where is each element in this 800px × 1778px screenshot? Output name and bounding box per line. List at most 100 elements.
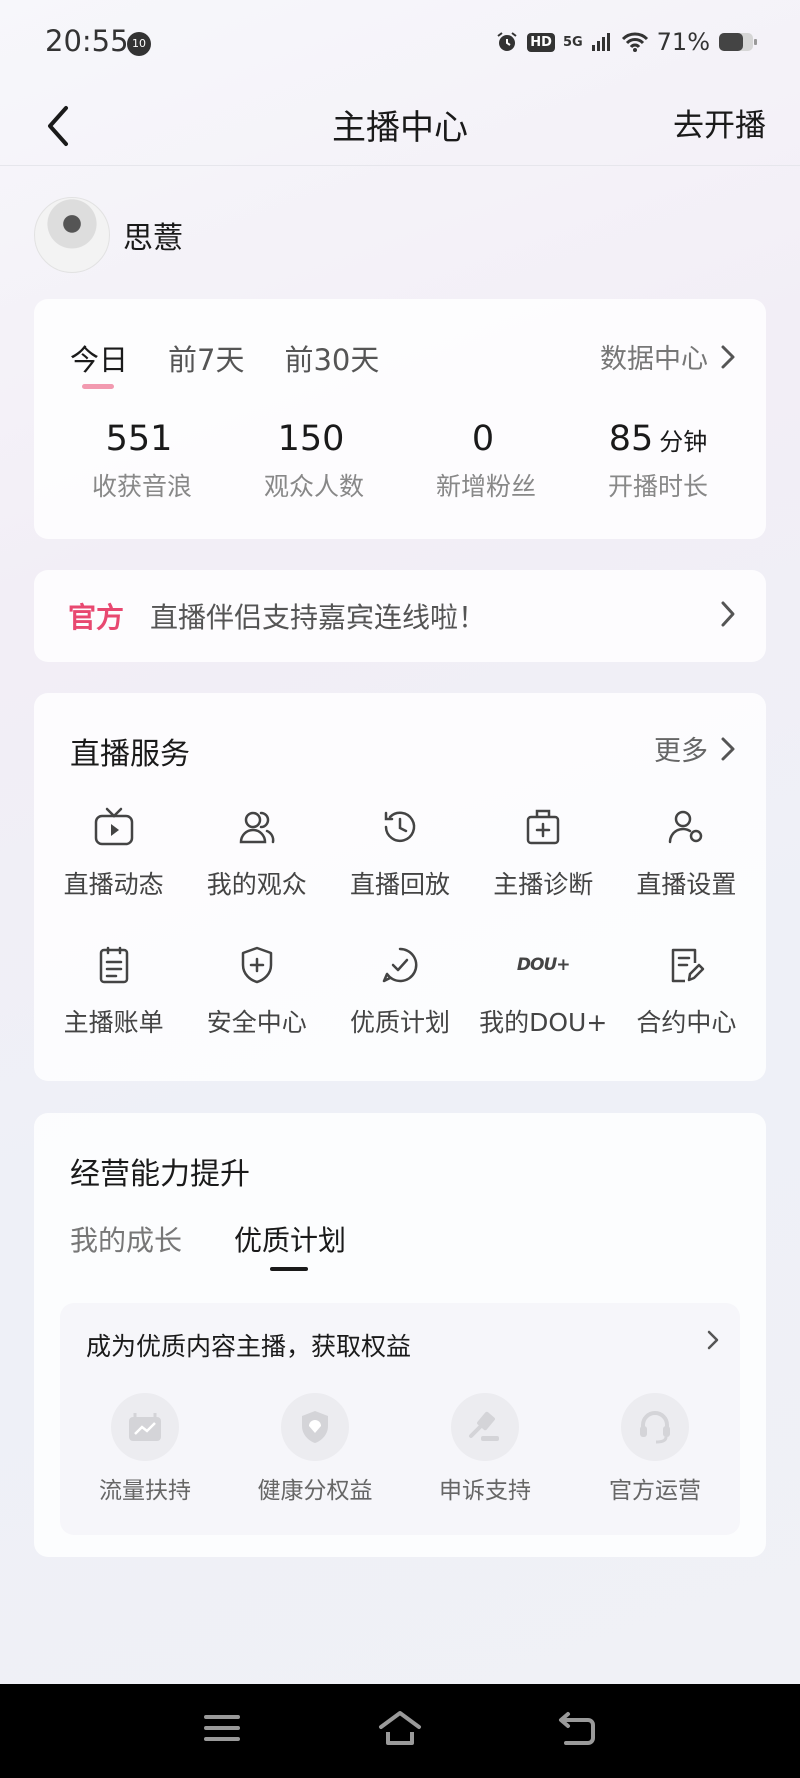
stat-new-followers[interactable]: 0 新增粉丝 (400, 419, 572, 503)
service-label: 合约中心 (636, 1008, 737, 1037)
status-bar: 20:55 10 HD 5G 71% (0, 0, 800, 86)
tab-7-days[interactable]: 前7天 (168, 337, 244, 379)
benefit-list: 流量扶持 健康分权益 申诉支持 官方运营 (60, 1393, 740, 1505)
service-my-dou-plus[interactable]: DOU+ 我的DOU+ (472, 941, 615, 1039)
service-quality-plan[interactable]: 优质计划 (328, 941, 471, 1039)
service-host-diagnosis[interactable]: 主播诊断 (472, 803, 615, 901)
service-host-bill[interactable]: 主播账单 (42, 941, 185, 1039)
stat-label: 收获音浪 (91, 472, 192, 501)
menu-icon[interactable] (204, 1710, 240, 1746)
official-notice-banner[interactable]: 官方 直播伴侣支持嘉宾连线啦！ (34, 570, 766, 662)
shield-plus-icon (241, 946, 273, 984)
service-label: 我的观众 (206, 870, 307, 899)
official-tag: 官方 (68, 601, 125, 634)
battery-icon (719, 33, 757, 51)
benefit-appeal-support[interactable]: 申诉支持 (410, 1393, 560, 1505)
service-live-feed[interactable]: 直播动态 (42, 803, 185, 901)
service-label: 我的DOU+ (479, 1008, 608, 1037)
tab-today[interactable]: 今日 (70, 337, 128, 389)
stat-label: 观众人数 (263, 472, 364, 501)
stat-unit: 分钟 (659, 428, 708, 456)
go-live-button[interactable]: 去开播 (673, 100, 766, 145)
status-icons: HD 5G 71% (495, 28, 758, 56)
data-center-link[interactable]: 数据中心 (600, 337, 736, 376)
signal-icon (591, 33, 610, 51)
chevron-right-icon (721, 601, 735, 627)
service-security-center[interactable]: 安全中心 (185, 941, 328, 1039)
benefit-label: 流量扶持 (99, 1478, 191, 1504)
stat-value: 85 (608, 419, 654, 459)
stats-row: 551 收获音浪 150 观众人数 0 新增粉丝 85 分钟 开播时长 (34, 419, 766, 503)
service-label: 直播动态 (63, 870, 164, 899)
user-settings-icon (669, 810, 703, 844)
stat-income[interactable]: 551 收获音浪 (56, 419, 228, 503)
home-icon[interactable] (378, 1710, 422, 1746)
network-type: 5G (562, 34, 583, 50)
quality-plan-banner[interactable]: 成为优质内容主播，获取权益 (86, 1327, 411, 1363)
live-services-card: 直播服务 更多 直播动态 我的观众 直播回放 主播诊断 直播设置 主播账单 安全… (34, 693, 766, 1081)
status-time: 20:55 (45, 24, 129, 58)
service-label: 直播设置 (636, 870, 737, 899)
chevron-right-icon (721, 345, 735, 368)
tab-quality-plan[interactable]: 优质计划 (234, 1219, 346, 1271)
stat-value: 0 (471, 419, 495, 459)
chevron-left-icon (48, 106, 68, 146)
dou-plus-icon: DOU+ (516, 955, 571, 975)
quality-plan-panel: 成为优质内容主播，获取权益 流量扶持 健康分权益 申诉支持 官方运营 (60, 1303, 740, 1535)
alarm-icon (497, 32, 517, 51)
section-title: 经营能力提升 (70, 1157, 250, 1192)
chevron-right-icon[interactable] (706, 1329, 720, 1351)
service-my-audience[interactable]: 我的观众 (185, 803, 328, 901)
service-grid: 直播动态 我的观众 直播回放 主播诊断 直播设置 主播账单 安全中心 优质计划 (34, 803, 766, 1039)
benefit-official-operations[interactable]: 官方运营 (580, 1393, 730, 1505)
tab-my-growth[interactable]: 我的成长 (70, 1219, 182, 1259)
avatar[interactable] (34, 197, 110, 273)
service-contract-center[interactable]: 合约中心 (615, 941, 758, 1039)
service-label: 直播回放 (349, 870, 450, 899)
service-label: 优质计划 (349, 1008, 450, 1037)
business-growth-card: 经营能力提升 我的成长 优质计划 成为优质内容主播，获取权益 流量扶持 健康分权… (34, 1113, 766, 1557)
benefit-label: 官方运营 (609, 1478, 701, 1504)
stat-viewers[interactable]: 150 观众人数 (228, 419, 400, 503)
username: 思薏 (123, 221, 183, 256)
stat-value: 150 (277, 419, 345, 459)
benefit-label: 申诉支持 (439, 1478, 531, 1504)
wifi-icon (621, 32, 648, 52)
tab-30-days[interactable]: 前30天 (284, 337, 379, 379)
history-icon (384, 811, 416, 843)
service-live-replay[interactable]: 直播回放 (328, 803, 471, 901)
stat-label: 新增粉丝 (435, 472, 536, 501)
benefit-health-score[interactable]: 健康分权益 (240, 1393, 390, 1505)
medical-kit-icon (526, 809, 560, 845)
service-label: 主播诊断 (493, 870, 594, 899)
bill-icon (99, 946, 128, 984)
service-label: 主播账单 (63, 1008, 164, 1037)
notice-text: 直播伴侣支持嘉宾连线啦！ (150, 601, 487, 634)
more-label: 更多 (654, 736, 708, 767)
benefit-label: 健康分权益 (257, 1478, 373, 1504)
back-nav-icon[interactable] (558, 1710, 596, 1746)
top-navigation-bar: 主播中心 去开播 (0, 86, 800, 166)
shield-icon (302, 1411, 328, 1443)
profile-row[interactable]: 思薏 (34, 197, 183, 273)
contract-edit-icon (672, 948, 705, 983)
notification-badge: 10 (127, 32, 151, 56)
audience-icon (239, 811, 275, 844)
service-live-settings[interactable]: 直播设置 (615, 803, 758, 901)
tv-play-icon (94, 807, 133, 846)
growth-tabs: 我的成长 优质计划 (70, 1219, 346, 1271)
stat-value: 551 (105, 419, 173, 459)
service-label: 安全中心 (206, 1008, 307, 1037)
gavel-icon (469, 1411, 499, 1441)
check-circle-icon (382, 947, 418, 983)
more-link[interactable]: 更多 (654, 729, 736, 768)
headset-icon (640, 1411, 670, 1444)
benefit-traffic-support[interactable]: 流量扶持 (70, 1393, 220, 1505)
back-button[interactable] (38, 98, 78, 154)
system-navigation-bar (0, 1684, 800, 1778)
stat-label: 开播时长 (607, 472, 708, 501)
period-tabs: 今日 前7天 前30天 (70, 337, 379, 389)
stat-live-duration[interactable]: 85 分钟 开播时长 (572, 419, 744, 503)
traffic-chart-icon (129, 1413, 161, 1441)
data-center-label: 数据中心 (600, 344, 708, 375)
